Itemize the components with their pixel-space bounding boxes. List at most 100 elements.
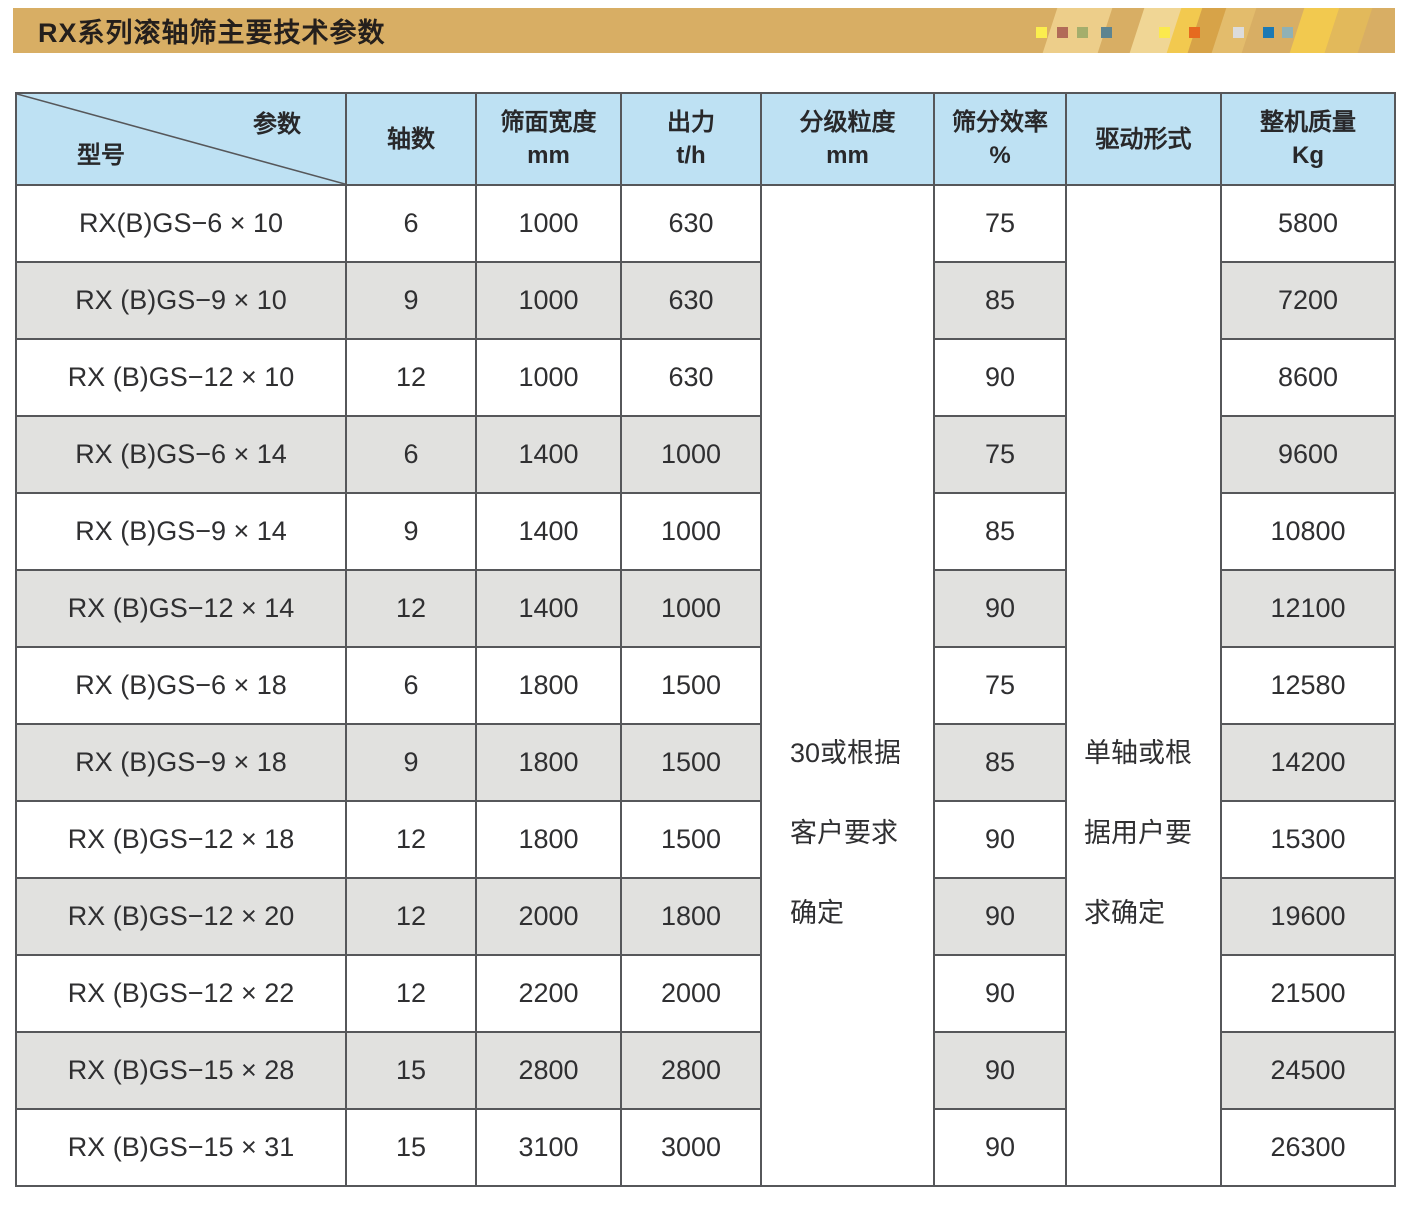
band-square	[1077, 27, 1088, 38]
cell-shafts: 9	[346, 262, 476, 339]
title-band: RX系列滚轴筛主要技术参数	[13, 8, 1395, 53]
band-square	[1282, 27, 1293, 38]
cell-efficiency: 90	[934, 570, 1066, 647]
cell-weight: 12580	[1221, 647, 1395, 724]
cell-weight: 24500	[1221, 1032, 1395, 1109]
cell-screen-width: 1000	[476, 262, 621, 339]
cell-screen-width: 1800	[476, 724, 621, 801]
band-square	[1263, 27, 1274, 38]
cell-output: 2000	[621, 955, 761, 1032]
cell-output: 1000	[621, 570, 761, 647]
cell-weight: 19600	[1221, 878, 1395, 955]
cell-model: RX (B)GS−6 × 18	[16, 647, 346, 724]
cell-efficiency: 90	[934, 1032, 1066, 1109]
cell-weight: 15300	[1221, 801, 1395, 878]
cell-screen-width: 1400	[476, 493, 621, 570]
cell-efficiency: 90	[934, 1109, 1066, 1186]
cell-screen-width: 1400	[476, 416, 621, 493]
cell-shafts: 15	[346, 1032, 476, 1109]
cell-model: RX (B)GS−12 × 10	[16, 339, 346, 416]
cell-model: RX (B)GS−15 × 28	[16, 1032, 346, 1109]
cell-output: 630	[621, 262, 761, 339]
cell-output: 1500	[621, 801, 761, 878]
cell-weight: 5800	[1221, 185, 1395, 262]
cell-efficiency: 75	[934, 647, 1066, 724]
cell-shafts: 6	[346, 185, 476, 262]
corner-model-label: 型号	[77, 139, 125, 172]
cell-output: 630	[621, 339, 761, 416]
cell-screen-width: 3100	[476, 1109, 621, 1186]
cell-shafts: 12	[346, 955, 476, 1032]
header-corner-cell: 参数 型号	[16, 93, 346, 185]
cell-output: 1500	[621, 724, 761, 801]
cell-model: RX (B)GS−9 × 10	[16, 262, 346, 339]
cell-screen-width: 1000	[476, 339, 621, 416]
cell-weight: 14200	[1221, 724, 1395, 801]
cell-output: 1000	[621, 493, 761, 570]
header-weight: 整机质量 Kg	[1221, 93, 1395, 185]
cell-screen-width: 2200	[476, 955, 621, 1032]
cell-shafts: 15	[346, 1109, 476, 1186]
cell-screen-width: 1400	[476, 570, 621, 647]
cell-weight: 10800	[1221, 493, 1395, 570]
cell-model: RX (B)GS−9 × 18	[16, 724, 346, 801]
cell-screen-width: 2000	[476, 878, 621, 955]
cell-model: RX (B)GS−12 × 22	[16, 955, 346, 1032]
cell-weight: 26300	[1221, 1109, 1395, 1186]
cell-output: 3000	[621, 1109, 761, 1186]
cell-weight: 7200	[1221, 262, 1395, 339]
cell-efficiency: 85	[934, 262, 1066, 339]
cell-screen-width: 1800	[476, 647, 621, 724]
cell-weight: 9600	[1221, 416, 1395, 493]
cell-model: RX (B)GS−9 × 14	[16, 493, 346, 570]
cell-efficiency: 90	[934, 801, 1066, 878]
cell-model: RX (B)GS−6 × 14	[16, 416, 346, 493]
band-square	[1057, 27, 1068, 38]
table-row: RX(B)GS−6 × 10 6 1000 630 30或根据客户要求确定 75…	[16, 185, 1395, 262]
header-shafts: 轴数	[346, 93, 476, 185]
band-square	[1159, 27, 1170, 38]
cell-efficiency: 90	[934, 339, 1066, 416]
band-square	[1233, 27, 1244, 38]
cell-efficiency: 90	[934, 955, 1066, 1032]
grading-note: 30或根据客户要求确定	[762, 713, 933, 953]
cell-efficiency: 75	[934, 185, 1066, 262]
cell-shafts: 12	[346, 801, 476, 878]
drive-note: 单轴或根据用户要求确定	[1067, 713, 1220, 953]
header-row: 参数 型号 轴数 筛面宽度 mm 出力 t/h 分级粒度 mm	[16, 93, 1395, 185]
cell-shafts: 12	[346, 878, 476, 955]
cell-model: RX (B)GS−15 × 31	[16, 1109, 346, 1186]
cell-screen-width: 1000	[476, 185, 621, 262]
cell-shafts: 6	[346, 647, 476, 724]
cell-weight: 21500	[1221, 955, 1395, 1032]
cell-efficiency: 85	[934, 493, 1066, 570]
band-square	[1101, 27, 1112, 38]
header-drive: 驱动形式	[1066, 93, 1221, 185]
spec-table-wrap: 参数 型号 轴数 筛面宽度 mm 出力 t/h 分级粒度 mm	[15, 92, 1396, 1187]
cell-efficiency: 90	[934, 878, 1066, 955]
cell-screen-width: 1800	[476, 801, 621, 878]
cell-model: RX(B)GS−6 × 10	[16, 185, 346, 262]
cell-weight: 12100	[1221, 570, 1395, 647]
merged-drive-cell: 单轴或根据用户要求确定	[1066, 185, 1221, 1186]
merged-grading-cell: 30或根据客户要求确定	[761, 185, 934, 1186]
cell-output: 1800	[621, 878, 761, 955]
page-title: RX系列滚轴筛主要技术参数	[38, 8, 386, 53]
cell-shafts: 12	[346, 339, 476, 416]
cell-efficiency: 75	[934, 416, 1066, 493]
cell-shafts: 6	[346, 416, 476, 493]
cell-model: RX (B)GS−12 × 20	[16, 878, 346, 955]
cell-output: 630	[621, 185, 761, 262]
cell-shafts: 9	[346, 493, 476, 570]
cell-output: 2800	[621, 1032, 761, 1109]
cell-shafts: 9	[346, 724, 476, 801]
cell-output: 1000	[621, 416, 761, 493]
header-screen-width: 筛面宽度 mm	[476, 93, 621, 185]
cell-screen-width: 2800	[476, 1032, 621, 1109]
cell-shafts: 12	[346, 570, 476, 647]
cell-model: RX (B)GS−12 × 14	[16, 570, 346, 647]
band-square	[1036, 27, 1047, 38]
band-square	[1189, 27, 1200, 38]
header-grading-size: 分级粒度 mm	[761, 93, 934, 185]
cell-model: RX (B)GS−12 × 18	[16, 801, 346, 878]
